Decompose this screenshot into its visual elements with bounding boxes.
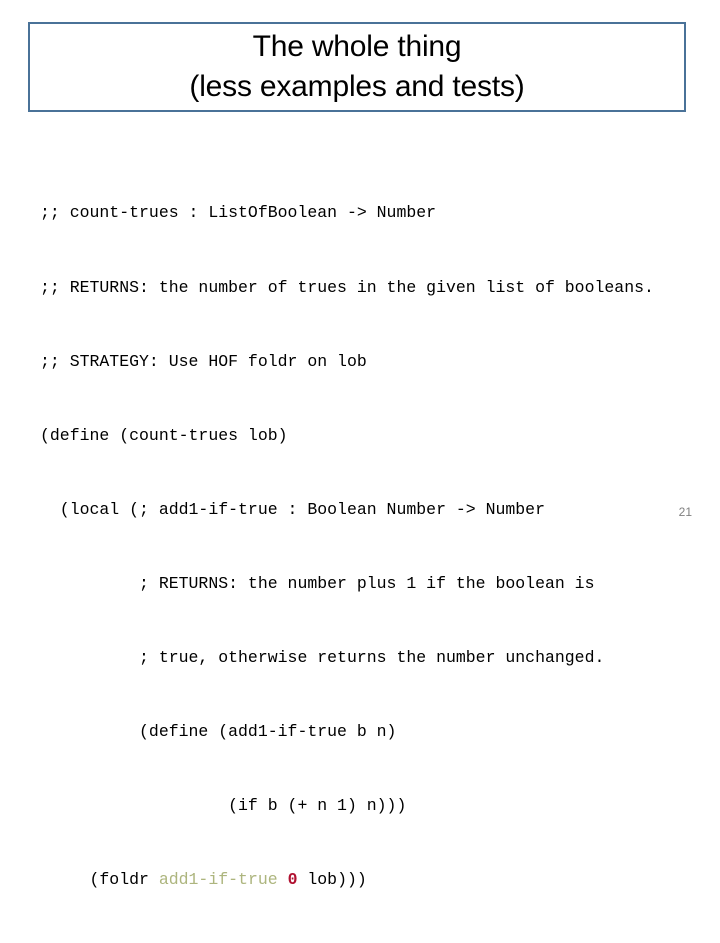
code-line-4: (define (count-trues lob): [40, 425, 288, 445]
code-line-1: ;; count-trues : ListOfBoolean -> Number: [40, 203, 437, 223]
code-token-plain: lob))): [297, 870, 367, 890]
code-line-3: ;; STRATEGY: Use HOF foldr on lob: [40, 351, 367, 371]
code-line-2: ;; RETURNS: the number of trues in the g…: [40, 277, 654, 297]
slide-canvas: The whole thing (less examples and tests…: [0, 0, 720, 889]
page-title-line-2: (less examples and tests): [189, 70, 525, 103]
code-line-8: (define (add1-if-true b n): [40, 722, 397, 742]
page-number: 21: [678, 505, 692, 519]
code-line-6: ; RETURNS: the number plus 1 if the bool…: [40, 573, 595, 593]
code-token-plain: (foldr: [40, 870, 159, 890]
code-line-9: (if b (+ n 1) n))): [40, 796, 407, 816]
page-title-line-1: The whole thing: [252, 30, 462, 63]
code-line-10: (foldr add1-if-true 0 lob))): [40, 868, 680, 893]
code-line-5: (local (; add1-if-true : Boolean Number …: [40, 499, 545, 519]
code-token-identifier: add1-if-true: [158, 870, 278, 890]
title-box: The whole thing (less examples and tests…: [28, 22, 686, 112]
code-block: ;; count-trues : ListOfBoolean -> Number…: [40, 152, 680, 943]
code-line-7: ; true, otherwise returns the number unc…: [40, 648, 605, 668]
code-token-number: 0: [287, 870, 298, 890]
